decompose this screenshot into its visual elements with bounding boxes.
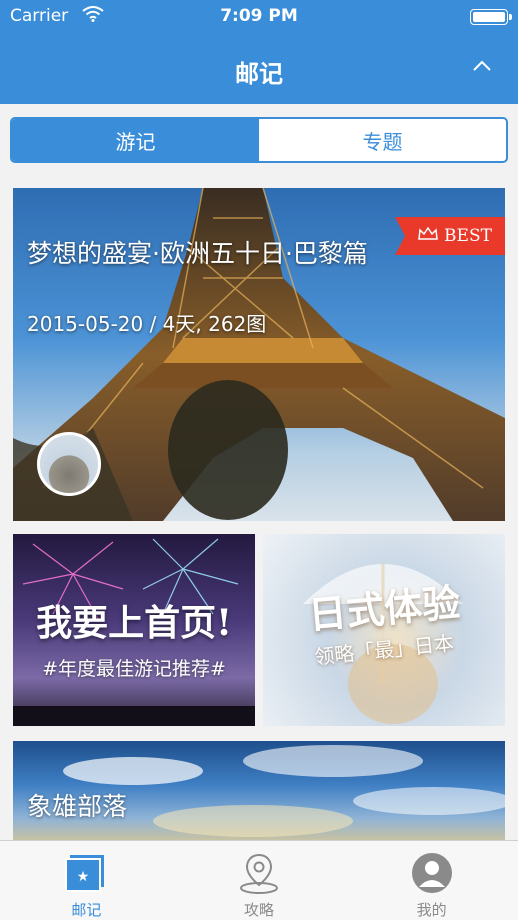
- promo-subline: #年度最佳游记推荐#: [42, 658, 226, 680]
- tab-profile[interactable]: 我的: [345, 841, 518, 920]
- travelogue-title: 梦想的盛宴·欧洲五十日·巴黎篇: [27, 239, 368, 268]
- travelogue-meta: 2015-05-20 / 4天, 262图: [27, 312, 267, 336]
- battery-icon: [470, 9, 512, 25]
- tab-topics[interactable]: 专题: [259, 119, 506, 161]
- travelogue-card-xiangxiong[interactable]: 象雄部落: [13, 741, 505, 851]
- segmented-control: 游记 专题: [10, 117, 508, 163]
- tab-guides-label: 攻略: [244, 901, 275, 919]
- featured-travelogue-card[interactable]: 梦想的盛宴·欧洲五十日·巴黎篇 2015-05-20 / 4天, 262图 BE…: [13, 188, 505, 521]
- tab-profile-label: 我的: [416, 901, 447, 919]
- clock: 7:09 PM: [220, 6, 298, 26]
- postcard-star-icon: ★: [64, 851, 108, 895]
- topic-card-japan[interactable]: 日式体验 领略「最」日本: [263, 534, 505, 726]
- travelogue-title-2: 象雄部落: [27, 792, 128, 821]
- tab-travelogue[interactable]: 游记: [12, 119, 259, 161]
- author-avatar[interactable]: [37, 432, 101, 496]
- tab-postcards[interactable]: ★ 邮记: [0, 841, 173, 920]
- tab-postcards-label: 邮记: [71, 901, 102, 919]
- best-badge-label: BEST: [444, 226, 492, 246]
- page-title: 邮记: [235, 60, 283, 88]
- promo-card-homepage[interactable]: 我要上首页! #年度最佳游记推荐#: [13, 534, 255, 726]
- tab-guides[interactable]: 攻略: [173, 841, 346, 920]
- tab-bar: ★ 邮记 攻略 我的: [0, 840, 518, 920]
- user-avatar-icon: [410, 851, 454, 895]
- map-pin-icon: [237, 851, 281, 895]
- chevron-up-icon[interactable]: [470, 54, 494, 78]
- navigation-bar: 邮记: [0, 32, 518, 104]
- best-badge: BEST: [395, 217, 505, 255]
- svg-text:★: ★: [77, 869, 90, 885]
- promo-headline: 我要上首页!: [36, 602, 232, 644]
- status-bar: Carrier 7:09 PM: [0, 0, 518, 32]
- crown-icon: [418, 226, 438, 246]
